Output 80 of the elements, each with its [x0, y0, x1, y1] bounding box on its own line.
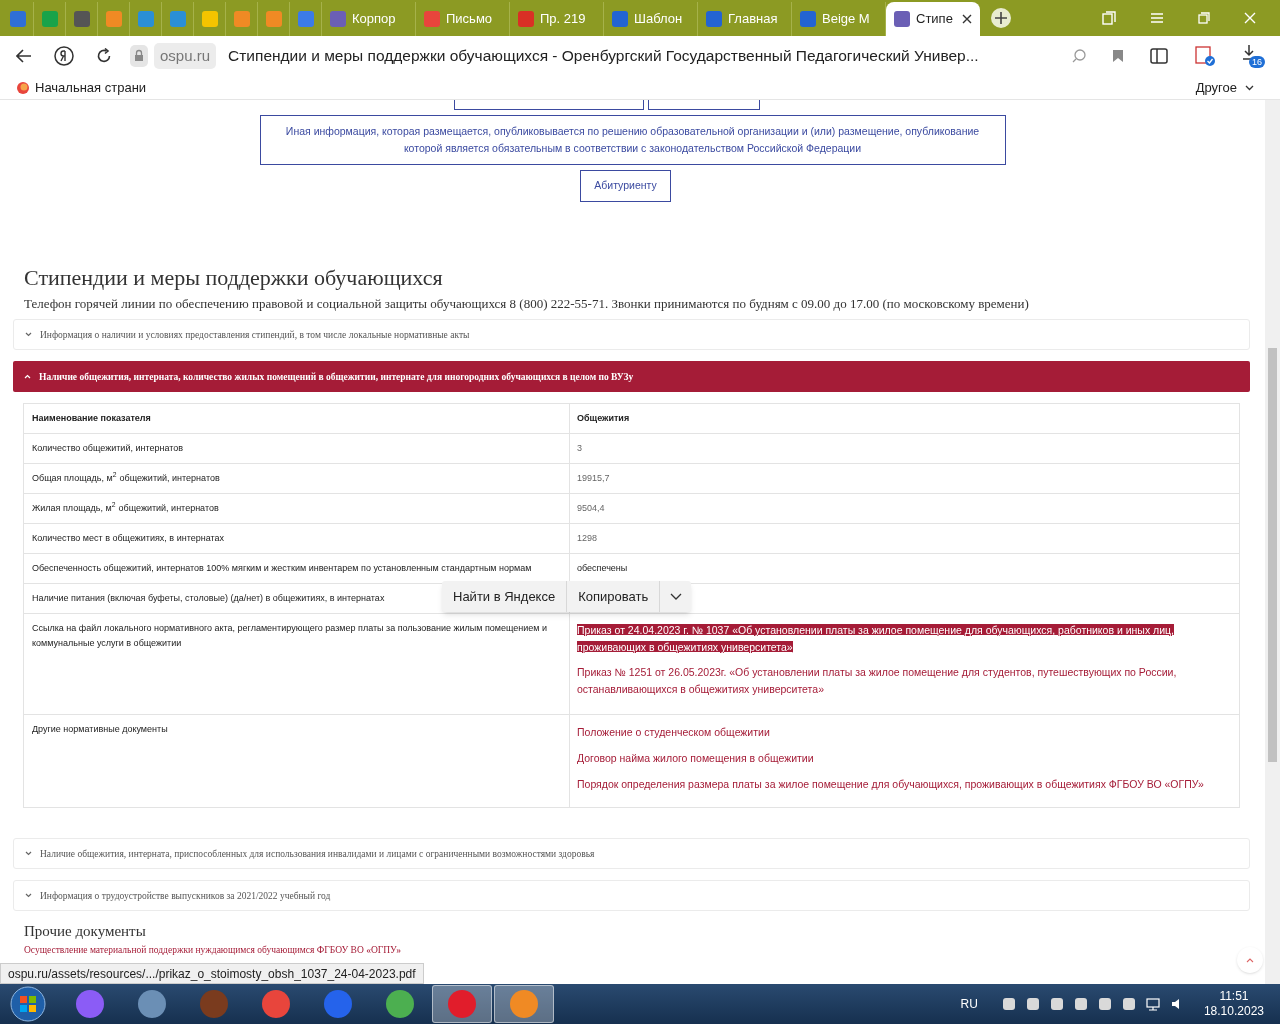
yandex-logo-icon[interactable]	[54, 46, 74, 66]
download-count-badge: 16	[1249, 56, 1265, 68]
table-header-cell: Наименование показателя	[24, 404, 570, 434]
language-indicator[interactable]: RU	[960, 995, 978, 1013]
chevron-down-icon	[25, 893, 32, 899]
start-button-icon[interactable]	[10, 986, 46, 1022]
accordion-header[interactable]: Наличие общежития, интерната, приспособленных для использования инвалидами и лицами с ограниченными возможностями здоровья	[13, 838, 1250, 870]
bookmark-icon[interactable]	[1112, 49, 1124, 63]
table-cell-text: 1298	[576, 532, 599, 545]
nav-link-button[interactable]: Иная информация, которая размещается, опубликовывается по решению образовательной организации и (или) размещение, опубликование которой является обязательным в соответствии с законодательством Российской Федерации	[259, 115, 1006, 165]
accordion-header[interactable]: Информация о наличии и условиях предоставления стипендий, в том числе локальные нормативные акты	[13, 319, 1250, 351]
extension-icon[interactable]	[1194, 45, 1216, 67]
taskbar-app-button[interactable]	[432, 985, 492, 1023]
table-cell-text: 3	[576, 442, 583, 455]
app-icon	[510, 990, 538, 1018]
chevron-down-icon	[1245, 84, 1254, 91]
tray-app-icon[interactable]	[1025, 997, 1040, 1011]
chevron-down-icon	[25, 851, 32, 857]
sidebar-icon[interactable]	[1150, 47, 1168, 65]
taskbar-app-button[interactable]	[494, 985, 554, 1023]
nav-button-edge[interactable]	[647, 100, 760, 110]
accordion-header[interactable]: Наличие общежития, интерната, количество жилых помещений в общежитии, интернате для иногородних обучающихся в целом по ВУЗу	[13, 361, 1250, 393]
table-cell: Ссылка на файл локального нормативного акта, регламентирующего размер платы за пользование жилым помещением и коммунальные услуги в общежитии	[24, 614, 570, 715]
nav-link-button[interactable]: Абитуриенту	[580, 170, 671, 202]
status-url: ospu.ru/assets/resources/.../prikaz_o_stoimosty_obsh_1037_24-04-2023.pdf	[0, 963, 424, 984]
table-cell: Общая площадь, м$^{2}$ общежитий, интернатов	[24, 464, 570, 494]
reload-icon[interactable]	[96, 48, 112, 64]
menu-icon[interactable]	[1150, 12, 1164, 24]
table-cell-text: 19915,7	[576, 472, 611, 485]
chevron-down-icon	[669, 593, 682, 600]
document-link[interactable]: Осуществление материальной поддержки нуждающимся обучающимся ФГБОУ ВО «ОГПУ»	[24, 945, 401, 957]
document-link[interactable]: Порядок определения размера платы за жилое помещение для обучающихся, проживающих в общежитиях ФГБОУ ВО «ОГПУ»	[577, 776, 1232, 794]
hotline-text: Телефон горячей линии по обеспечению правовой и социальной защиты обучающихся 8 (800) 222-55-71. Звонки принимаются по будням с 09.00 до 17.00 (по московскому времени)	[24, 294, 1030, 313]
bookmark-item[interactable]: Начальная страни	[16, 77, 147, 98]
table-cell-text: обеспечены	[576, 562, 629, 575]
close-icon[interactable]	[962, 14, 972, 24]
document-link[interactable]: Положение о студенческом общежитии	[577, 724, 1232, 742]
app-icon	[138, 990, 166, 1018]
app-icon	[76, 990, 104, 1018]
back-icon[interactable]	[16, 49, 32, 63]
restore-icon[interactable]	[1198, 12, 1210, 24]
url-domain[interactable]: ospu.ru	[154, 42, 217, 70]
network-icon[interactable]	[1145, 997, 1160, 1011]
document-link[interactable]: Приказ № 1251 от 26.05.2023г. «Об установлении платы за жилое помещение для студентов, путешествующих по России, останавливающихся в общежитиях университета»	[577, 664, 1232, 699]
context-menu-item[interactable]: Копировать	[566, 581, 660, 612]
tray-app-icon[interactable]	[1049, 997, 1064, 1011]
tray-app-icon[interactable]	[1001, 997, 1016, 1011]
context-menu-item[interactable]: Найти в Яндексе	[442, 581, 567, 612]
app-icon	[448, 990, 476, 1018]
app-icon	[386, 990, 414, 1018]
chevron-down-icon	[25, 332, 32, 338]
browser-tab[interactable]: Стипе	[886, 2, 980, 36]
table-header-cell-text: Общежития	[576, 412, 631, 425]
app-icon	[262, 990, 290, 1018]
app-icon	[200, 990, 228, 1018]
document-link[interactable]: Договор найма жилого помещения в общежитии	[577, 750, 1232, 768]
table-cell-text: 9504,4	[576, 502, 606, 515]
table-cell: Количество общежитий, интернатов	[24, 434, 570, 464]
scrollbar[interactable]	[1265, 100, 1280, 984]
tray-app-icon[interactable]	[1097, 997, 1112, 1011]
table-cell: Жилая площадь, м$^{2}$ общежитий, интернатов	[24, 494, 570, 524]
chevron-up-icon	[24, 374, 31, 380]
nav-button-edge[interactable]	[453, 100, 644, 110]
chevron-up-icon	[1246, 957, 1254, 963]
tray-app-icon[interactable]	[1121, 997, 1136, 1011]
circle-logo-icon	[16, 80, 30, 95]
table-cell: Другие нормативные документы	[24, 715, 570, 808]
tray-app-icon[interactable]	[1073, 997, 1088, 1011]
section-heading: Прочие документы	[24, 922, 147, 942]
search-icon[interactable]	[1072, 49, 1086, 63]
app-icon	[324, 990, 352, 1018]
collections-icon[interactable]	[1102, 11, 1116, 25]
other-bookmarks-button[interactable]: Другое	[1195, 77, 1264, 98]
accordion-header[interactable]: Информация о трудоустройстве выпускников за 2021/2022 учебный год	[13, 880, 1250, 912]
lock-icon	[130, 45, 148, 67]
clock[interactable]: 11:51 18.10.2023	[1203, 989, 1264, 1019]
table-cell: Количество мест в общежитиях, в интернатах	[24, 524, 570, 554]
page-heading: Стипендии и меры поддержки обучающихся	[24, 263, 444, 292]
page-title: Стипендии и меры поддержки обучающихся - Оренбургский Государственный Педагогический Универ...	[228, 46, 979, 67]
new-tab-icon[interactable]	[990, 7, 1012, 29]
